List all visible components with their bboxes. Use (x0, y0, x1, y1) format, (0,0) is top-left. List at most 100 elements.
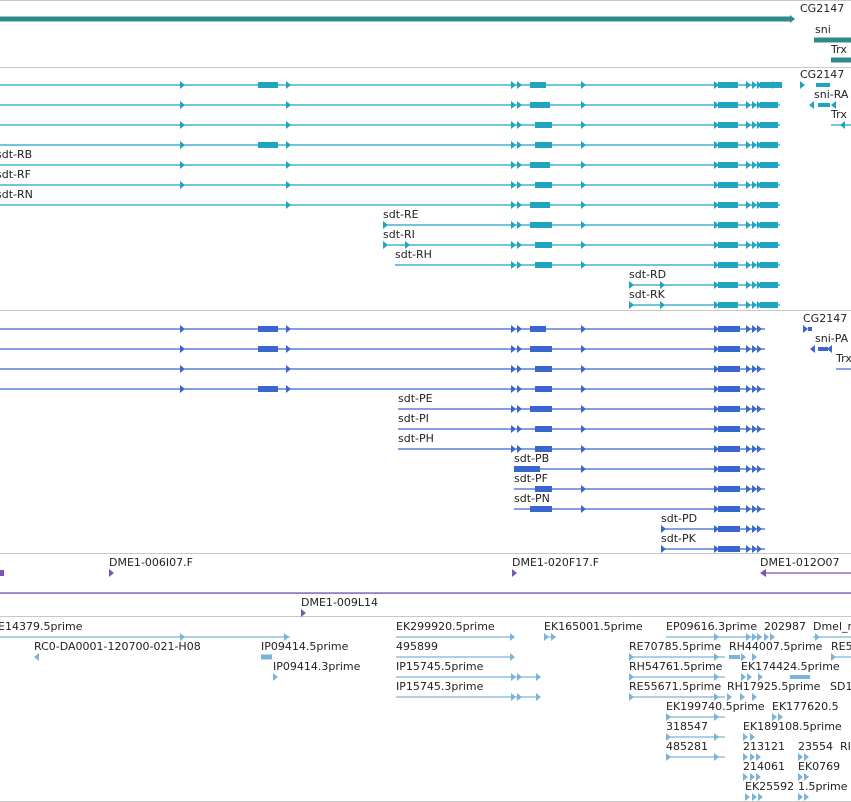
protein-label-sdt-pf[interactable]: sdt-PF (514, 472, 548, 485)
feature-exon (718, 426, 740, 432)
est-label[interactable]: EK25592 (745, 780, 794, 793)
est-label[interactable]: 214061 (743, 760, 785, 773)
est-label[interactable]: 495899 (396, 640, 438, 653)
strand-arrow-icon (286, 385, 291, 393)
gene-label-sni[interactable]: sni (815, 23, 831, 36)
est-label[interactable]: RH17925.5prime (727, 680, 821, 693)
est-label[interactable]: RI (840, 740, 851, 753)
strand-arrow-icon (629, 693, 634, 701)
protein-label-sdt-pk[interactable]: sdt-PK (661, 532, 697, 545)
feature-exon (530, 202, 550, 208)
strand-arrow-icon (746, 505, 751, 513)
clone-label-020f17[interactable]: DME1-020F17.F (512, 556, 599, 569)
strand-arrow-icon (752, 385, 757, 393)
feature-exon (530, 102, 550, 108)
strand-arrow-icon (581, 465, 586, 473)
strand-arrow-icon (511, 161, 516, 169)
est-label[interactable]: IP09414.3prime (273, 660, 361, 673)
feature-exon (718, 326, 740, 332)
strand-arrow-icon (581, 121, 586, 129)
est-label[interactable]: IP09414.5prime (261, 640, 349, 653)
feature-exon (760, 122, 778, 128)
transcript-label-cg2147[interactable]: CG2147 (800, 68, 844, 81)
est-label[interactable]: IP15745.3prime (396, 680, 484, 693)
feature-exon (718, 546, 740, 552)
est-label[interactable]: 23554 (798, 740, 833, 753)
strand-arrow-icon (790, 15, 795, 23)
strand-arrow-icon (511, 405, 516, 413)
est-label[interactable]: RC0-DA0001-120700-021-H08 (34, 640, 201, 653)
strand-arrow-icon (511, 261, 516, 269)
feature-exon (718, 242, 738, 248)
est-label[interactable]: SD1 (830, 680, 851, 693)
clone-label-012o07[interactable]: DME1-012O07 (760, 556, 840, 569)
est-label[interactable]: 1.5prime (798, 780, 848, 793)
strand-arrow-icon (757, 385, 762, 393)
clone-label-009l14[interactable]: DME1-009L14 (301, 596, 378, 609)
strand-arrow-icon (752, 221, 757, 229)
gene-label-trx[interactable]: Trx (830, 43, 847, 56)
est-label[interactable]: EP09616.3prime (666, 620, 757, 633)
feature-exon (530, 326, 546, 332)
est-label[interactable]: EK174424.5prime (741, 660, 840, 673)
est-label[interactable]: Dmel_r (813, 620, 851, 633)
strand-arrow-icon (752, 505, 757, 513)
protein-label-sdt-pi[interactable]: sdt-PI (398, 412, 429, 425)
transcript-label-sdt-ri[interactable]: sdt-RI (383, 228, 415, 241)
strand-arrow-icon (544, 633, 549, 641)
protein-label-trx[interactable]: Trx (835, 352, 851, 365)
est-label[interactable]: EK177620.5 (772, 700, 839, 713)
est-label[interactable]: EK189108.5prime (743, 720, 842, 733)
protein-label-sni-pa[interactable]: sni-PA (815, 332, 849, 345)
est-label[interactable]: RE5 (831, 640, 851, 653)
transcript-label-sdt-rd[interactable]: sdt-RD (629, 268, 666, 281)
transcript-label-sdt-rb[interactable]: sdt-RB (0, 148, 32, 161)
transcript-label-sdt-re[interactable]: sdt-RE (383, 208, 419, 221)
protein-label-sdt-pd[interactable]: sdt-PD (661, 512, 697, 525)
feature-exon (535, 386, 552, 392)
strand-arrow-icon (517, 385, 522, 393)
protein-label-cg2147[interactable]: CG2147 (803, 312, 847, 325)
est-label[interactable]: 485281 (666, 740, 708, 753)
est-label[interactable]: EK199740.5prime (666, 700, 765, 713)
strand-arrow-icon (804, 793, 809, 801)
strand-arrow-icon (286, 141, 291, 149)
est-label[interactable]: 213121 (743, 740, 785, 753)
transcript-label-sdt-rn[interactable]: sdt-RN (0, 188, 33, 201)
est-label[interactable]: 202987 (764, 620, 806, 633)
strand-arrow-icon (517, 161, 522, 169)
strand-arrow-icon (752, 465, 757, 473)
transcript-label-sni-ra[interactable]: sni-RA (814, 88, 849, 101)
protein-label-sdt-pn[interactable]: sdt-PN (514, 492, 550, 505)
est-label[interactable]: E14379.5prime (0, 620, 83, 633)
strand-arrow-icon (286, 325, 291, 333)
est-label[interactable]: RH54761.5prime (629, 660, 723, 673)
est-label[interactable]: EK165001.5prime (544, 620, 643, 633)
transcript-label-sdt-rk[interactable]: sdt-RK (629, 288, 666, 301)
strand-arrow-icon (109, 569, 114, 577)
transcript-label-trx[interactable]: Trx (830, 108, 847, 121)
strand-arrow-icon (581, 181, 586, 189)
est-label[interactable]: EK0769 (798, 760, 840, 773)
transcript-label-sdt-rh[interactable]: sdt-RH (395, 248, 432, 261)
strand-arrow-icon (511, 201, 516, 209)
strand-arrow-icon (180, 345, 185, 353)
protein-label-sdt-pe[interactable]: sdt-PE (398, 392, 433, 405)
strand-arrow-icon (752, 81, 757, 89)
gene-label-cg2147[interactable]: CG2147 (800, 2, 844, 15)
transcript-label-sdt-rf[interactable]: sdt-RF (0, 168, 31, 181)
strand-arrow-icon (752, 101, 757, 109)
strand-arrow-icon (581, 81, 586, 89)
est-label[interactable]: 318547 (666, 720, 708, 733)
est-label[interactable]: RE55671.5prime (629, 680, 721, 693)
est-label[interactable]: RH44007.5prime (729, 640, 823, 653)
protein-label-sdt-pb[interactable]: sdt-PB (514, 452, 549, 465)
clone-label-006i07[interactable]: DME1-006I07.F (109, 556, 193, 569)
est-label[interactable]: RE70785.5prime (629, 640, 721, 653)
protein-label-sdt-ph[interactable]: sdt-PH (398, 432, 434, 445)
strand-arrow-icon (581, 485, 586, 493)
strand-arrow-icon (581, 261, 586, 269)
est-label[interactable]: IP15745.5prime (396, 660, 484, 673)
strand-arrow-icon (666, 753, 671, 761)
est-label[interactable]: EK299920.5prime (396, 620, 495, 633)
